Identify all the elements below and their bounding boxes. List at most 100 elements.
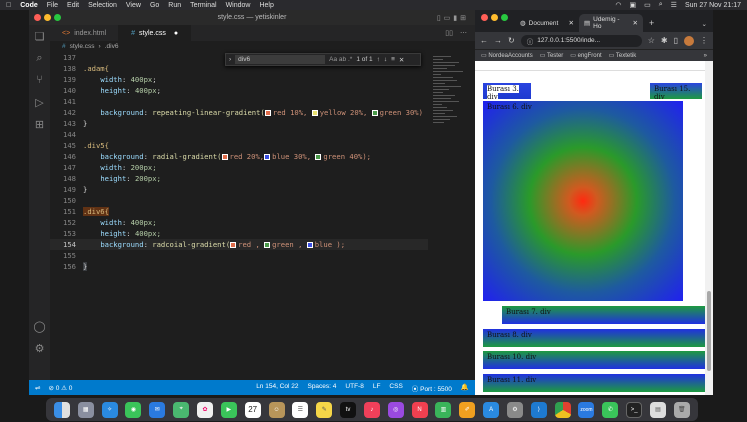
explorer-icon[interactable]: ❏: [29, 25, 50, 47]
breadcrumb-file[interactable]: style.css: [70, 43, 95, 50]
close-window-button[interactable]: [34, 14, 41, 21]
account-icon[interactable]: ◯: [29, 315, 50, 337]
minimap[interactable]: [429, 52, 469, 380]
live-server-port[interactable]: ⦿ Port : 5500: [412, 383, 452, 393]
color-swatch-blue[interactable]: [306, 242, 313, 248]
bookmark-folder[interactable]: ▭ Textetik: [609, 52, 637, 59]
chevron-right-icon[interactable]: ›: [229, 56, 231, 63]
close-tab-icon[interactable]: ✕: [633, 19, 638, 27]
indentation[interactable]: Spaces: 4: [307, 383, 336, 393]
podcasts-icon[interactable]: ◎: [387, 401, 404, 418]
color-swatch-blue[interactable]: [264, 154, 271, 160]
clock[interactable]: Sun 27 Nov 21:17: [685, 2, 741, 9]
browser-tab-udemig[interactable]: ▤ Udemig - Ho ✕: [579, 14, 643, 32]
chrome-icon[interactable]: [554, 401, 571, 418]
more-actions-icon[interactable]: ⋯: [460, 29, 467, 37]
safari-icon[interactable]: ✧: [101, 401, 118, 418]
address-bar[interactable]: ⓘ 127.0.0.1:5500/inde...: [520, 34, 642, 47]
color-swatch-green[interactable]: [315, 154, 322, 160]
mail-icon[interactable]: ✉: [149, 401, 166, 418]
problems-count[interactable]: ⊘ 0 ⚠ 0: [48, 384, 72, 392]
tab-search-icon[interactable]: ⌄: [696, 20, 713, 32]
wifi-icon[interactable]: ◠: [615, 1, 621, 9]
minimize-window-button[interactable]: [44, 14, 51, 21]
color-swatch-green[interactable]: [264, 242, 271, 248]
find-options[interactable]: Aa ab .*: [329, 56, 352, 63]
menu-file[interactable]: File: [47, 2, 58, 9]
page-viewport[interactable]: Burası 3. div Burası 15. div Burası 6. d…: [475, 61, 713, 395]
control-center-icon[interactable]: ☰: [671, 1, 677, 9]
contacts-icon[interactable]: ☺: [268, 401, 285, 418]
forward-icon[interactable]: →: [494, 36, 502, 45]
trash-icon[interactable]: 🗑: [673, 401, 690, 418]
apple-icon[interactable]: : [6, 2, 11, 9]
pages-icon[interactable]: ✐: [459, 401, 476, 418]
reload-icon[interactable]: ↻: [508, 36, 515, 45]
color-swatch-red[interactable]: [264, 110, 271, 116]
remote-icon[interactable]: ⇌: [35, 384, 40, 392]
app-store-icon[interactable]: A: [483, 401, 500, 418]
menu-go[interactable]: Go: [150, 2, 159, 9]
news-icon[interactable]: N: [411, 401, 428, 418]
scrollbar-thumb[interactable]: [707, 291, 711, 371]
new-tab-button[interactable]: +: [643, 18, 660, 32]
menu-selection[interactable]: Selection: [88, 2, 117, 9]
breadcrumb-selector[interactable]: .div6: [105, 43, 119, 50]
music-icon[interactable]: ♪: [363, 401, 380, 418]
close-window-button[interactable]: [481, 14, 488, 21]
facetime-icon[interactable]: ▶: [220, 401, 237, 418]
color-swatch-red[interactable]: [221, 154, 228, 160]
app-menu-code[interactable]: Code: [20, 2, 38, 9]
minimize-window-button[interactable]: [491, 14, 498, 21]
menu-window[interactable]: Window: [226, 2, 251, 9]
system-settings-icon[interactable]: ⚙: [506, 401, 523, 418]
bookmark-folder[interactable]: ▭ NordeaAccounts: [481, 52, 533, 59]
color-swatch-yellow[interactable]: [311, 110, 318, 116]
preview-icon[interactable]: ▤: [650, 401, 667, 418]
photos-icon[interactable]: ✿: [196, 401, 213, 418]
end-of-line[interactable]: LF: [373, 383, 381, 393]
messages-icon[interactable]: ◉: [125, 401, 142, 418]
page-scrollbar[interactable]: [705, 61, 713, 395]
unsaved-indicator[interactable]: ●: [174, 30, 178, 37]
arrow-down-icon[interactable]: ↓: [384, 56, 387, 63]
close-tab-icon[interactable]: ✕: [569, 19, 574, 27]
bookmark-folder[interactable]: ▭ engFront: [570, 52, 601, 59]
layout-toggle-icons[interactable]: ▯▭▮⊞: [437, 14, 469, 22]
battery-icon[interactable]: ▭: [644, 1, 651, 9]
settings-gear-icon[interactable]: ⚙: [29, 337, 50, 359]
search-icon[interactable]: ⌕: [659, 1, 663, 9]
whatsapp-icon[interactable]: ✆: [602, 401, 619, 418]
menu-edit[interactable]: Edit: [67, 2, 79, 9]
run-debug-icon[interactable]: ▷: [29, 91, 50, 113]
extensions-icon[interactable]: ✱: [661, 36, 668, 45]
flag-icon[interactable]: ▣: [630, 1, 637, 9]
color-swatch-green[interactable]: [371, 110, 378, 116]
browser-tab-document[interactable]: ◍ Document ✕: [515, 14, 579, 32]
source-control-icon[interactable]: ⑂: [29, 69, 50, 91]
split-editor-icon[interactable]: ▯▯: [445, 29, 453, 37]
notes-icon[interactable]: ✎: [316, 401, 333, 418]
finder-icon[interactable]: [53, 401, 70, 418]
find-input[interactable]: div6: [235, 55, 326, 64]
color-swatch-red[interactable]: [230, 242, 237, 248]
zoom-icon[interactable]: zoom: [578, 401, 595, 418]
search-icon[interactable]: ⌕: [29, 47, 50, 69]
tv-icon[interactable]: tv: [340, 401, 357, 418]
more-bookmarks-icon[interactable]: »: [704, 53, 713, 59]
numbers-icon[interactable]: ▥: [435, 401, 452, 418]
language-mode[interactable]: CSS: [389, 383, 402, 393]
menu-terminal[interactable]: Terminal: [190, 2, 216, 9]
tab-index-html[interactable]: <> index.html: [50, 25, 120, 41]
menu-kebab-icon[interactable]: ⋮: [700, 36, 708, 45]
site-info-icon[interactable]: ⓘ: [527, 36, 534, 46]
zoom-window-button[interactable]: [54, 14, 61, 21]
back-icon[interactable]: ←: [480, 36, 488, 45]
launchpad-icon[interactable]: ▦: [77, 401, 94, 418]
extensions-icon[interactable]: ⊞: [29, 113, 50, 135]
cursor-position[interactable]: Ln 154, Col 22: [256, 383, 298, 393]
menu-view[interactable]: View: [126, 2, 141, 9]
close-icon[interactable]: ✕: [399, 56, 404, 64]
encoding[interactable]: UTF-8: [345, 383, 363, 393]
menu-help[interactable]: Help: [259, 2, 273, 9]
